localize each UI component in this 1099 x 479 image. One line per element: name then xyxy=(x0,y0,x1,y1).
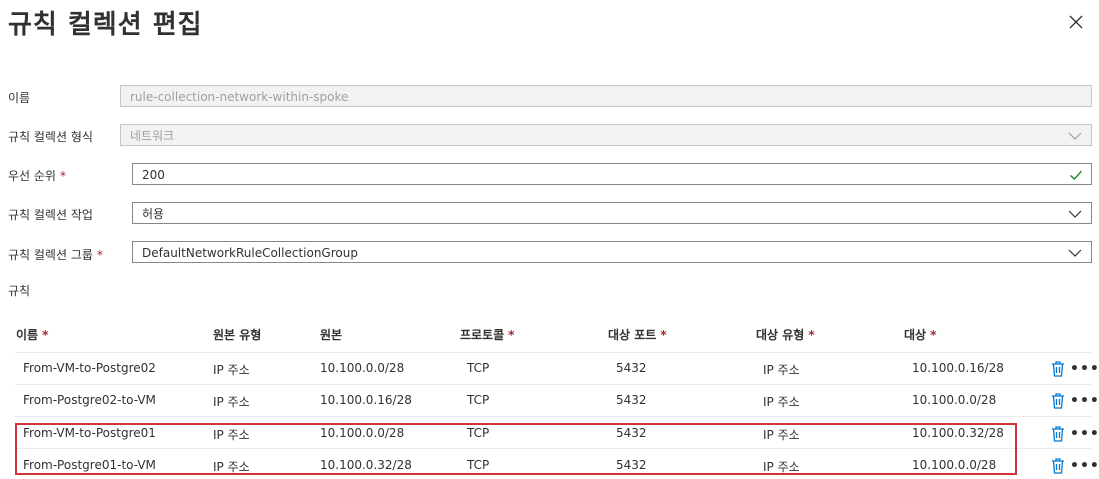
name-input: rule-collection-network-within-spoke xyxy=(120,85,1092,107)
trash-icon[interactable] xyxy=(1051,361,1065,377)
rule-dest-type: IP 주소 xyxy=(763,363,800,377)
rule-dest: 10.100.0.0/28 xyxy=(912,393,997,407)
rule-port: 5432 xyxy=(616,361,647,375)
type-value: 네트워크 xyxy=(130,129,175,143)
rule-source: 10.100.0.0/28 xyxy=(320,361,405,375)
more-options-icon[interactable]: ••• xyxy=(1070,459,1099,473)
rule-port: 5432 xyxy=(616,393,647,407)
more-options-icon[interactable]: ••• xyxy=(1070,362,1099,376)
priority-value: 200 xyxy=(142,168,165,182)
rule-source: 10.100.0.16/28 xyxy=(320,393,412,407)
column-header-source-type: 원본 유형 xyxy=(213,328,262,342)
rule-protocol: TCP xyxy=(467,361,490,375)
rule-name[interactable]: From-VM-to-Postgre02 xyxy=(23,361,156,375)
more-options-icon[interactable]: ••• xyxy=(1070,427,1099,441)
divider xyxy=(15,384,1091,385)
action-select[interactable]: 허용 xyxy=(132,202,1092,224)
required-marker: * xyxy=(59,169,66,183)
column-header-dest: 대상 * xyxy=(904,328,937,342)
column-header-dest-port: 대상 포트 * xyxy=(608,328,667,342)
chevron-down-icon xyxy=(1068,210,1082,218)
chevron-down-icon xyxy=(1068,249,1082,257)
more-options-icon[interactable]: ••• xyxy=(1070,394,1099,408)
rule-name[interactable]: From-Postgre02-to-VM xyxy=(23,393,156,407)
required-marker: * xyxy=(96,248,103,262)
trash-icon[interactable] xyxy=(1051,426,1065,442)
group-select[interactable]: DefaultNetworkRuleCollectionGroup xyxy=(132,241,1092,263)
name-value: rule-collection-network-within-spoke xyxy=(130,90,349,104)
chevron-down-icon xyxy=(1068,132,1082,140)
column-header-source: 원본 xyxy=(320,328,343,342)
group-label: 규칙 컬렉션 그룹 * xyxy=(8,248,103,262)
action-label: 규칙 컬렉션 작업 xyxy=(8,208,93,222)
column-header-dest-type: 대상 유형 * xyxy=(756,328,815,342)
row-actions: ••• xyxy=(1051,393,1099,409)
type-select: 네트워크 xyxy=(120,124,1092,146)
row-actions: ••• xyxy=(1051,361,1099,377)
divider xyxy=(15,352,1091,353)
rule-dest-type: IP 주소 xyxy=(763,395,800,409)
close-icon[interactable] xyxy=(1066,12,1086,32)
column-header-protocol: 프로토콜 * xyxy=(460,328,515,342)
column-header-name: 이름 * xyxy=(16,328,49,342)
priority-input[interactable]: 200 xyxy=(132,163,1092,185)
rule-dest: 10.100.0.16/28 xyxy=(912,361,1004,375)
checkmark-icon xyxy=(1070,170,1082,180)
group-value: DefaultNetworkRuleCollectionGroup xyxy=(142,246,358,260)
panel-title: 규칙 컬렉션 편집 xyxy=(8,10,203,40)
action-value: 허용 xyxy=(142,207,165,221)
rule-source-type: IP 주소 xyxy=(213,395,250,409)
rule-protocol: TCP xyxy=(467,393,490,407)
rule-source-type: IP 주소 xyxy=(213,363,250,377)
trash-icon[interactable] xyxy=(1051,393,1065,409)
type-label: 규칙 컬렉션 형식 xyxy=(8,130,93,144)
rules-label: 규칙 xyxy=(8,284,31,298)
trash-icon[interactable] xyxy=(1051,458,1065,474)
priority-label: 우선 순위 * xyxy=(8,169,66,183)
row-actions: ••• xyxy=(1051,426,1099,442)
row-actions: ••• xyxy=(1051,458,1099,474)
name-label: 이름 xyxy=(8,91,31,105)
divider xyxy=(15,416,1091,417)
highlight-box xyxy=(15,423,1017,475)
